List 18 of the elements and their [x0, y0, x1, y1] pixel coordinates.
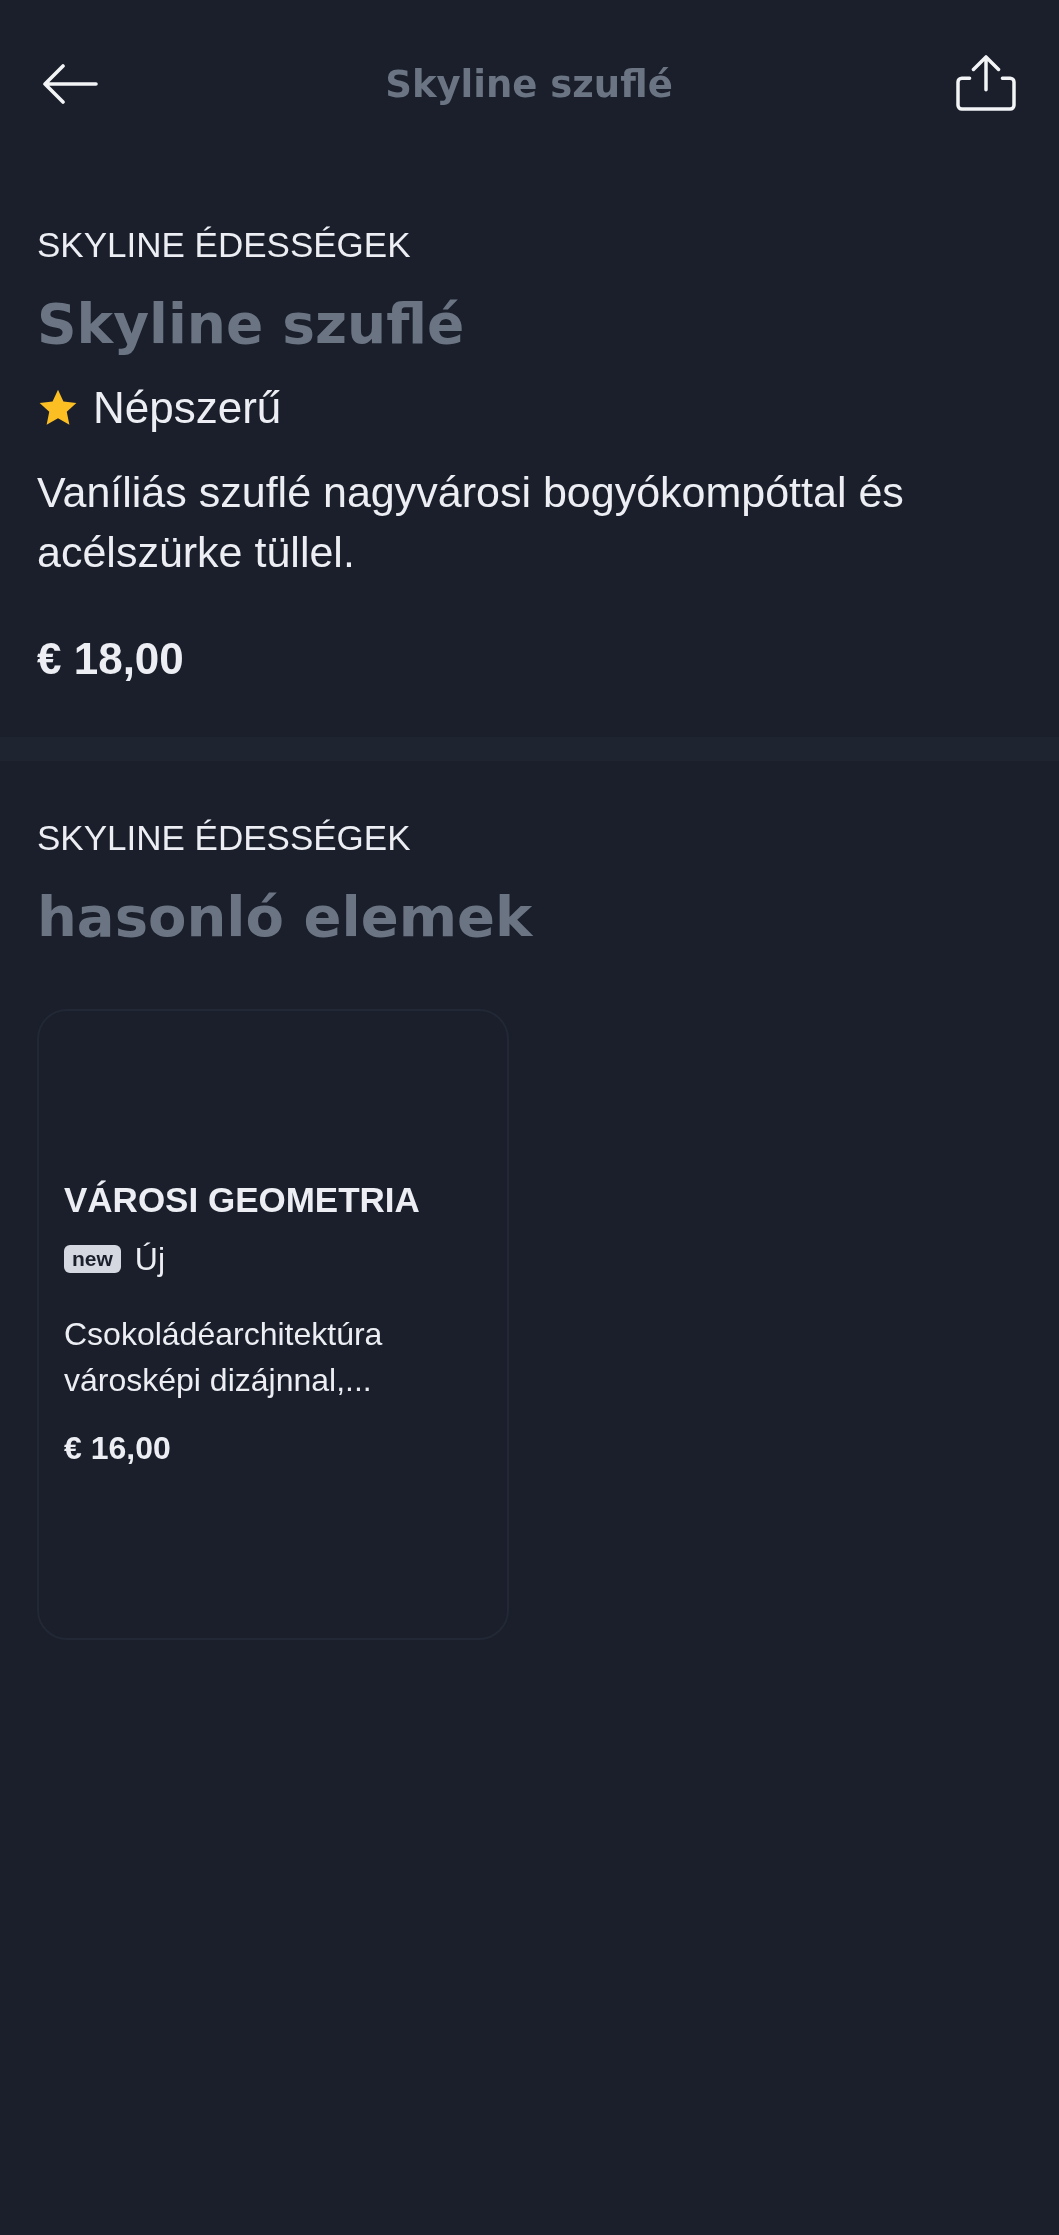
back-button[interactable] — [42, 64, 98, 104]
category-label: SKYLINE ÉDESSÉGEK — [37, 224, 411, 266]
product-card[interactable]: VÁROSI GEOMETRIA new Új Csokoládéarchitektúra városképi dizájnnal,... € 16,00 — [37, 1009, 509, 1640]
page-title: Skyline szuflé — [385, 62, 673, 106]
new-badge: new — [64, 1245, 121, 1273]
product-description: Vaníliás szuflé nagyvárosi bogyókompóttal és acélszürke tüllel. — [37, 467, 905, 578]
back-arrow-icon — [42, 64, 98, 104]
product-price: € 18,00 — [37, 634, 184, 684]
product-name: Skyline szuflé — [37, 291, 465, 357]
category-label: SKYLINE ÉDESSÉGEK — [37, 817, 411, 859]
card-description: Csokoládéarchitektúra városképi dizájnnal,... — [64, 1315, 384, 1400]
section-title: hasonló elemek — [37, 883, 533, 951]
share-icon — [956, 55, 1016, 111]
tag-label: Népszerű — [93, 384, 282, 432]
card-price: € 16,00 — [64, 1429, 171, 1468]
tag-label: Új — [134, 1240, 166, 1279]
card-title: VÁROSI GEOMETRIA — [64, 1179, 420, 1221]
share-button[interactable] — [956, 55, 1016, 111]
